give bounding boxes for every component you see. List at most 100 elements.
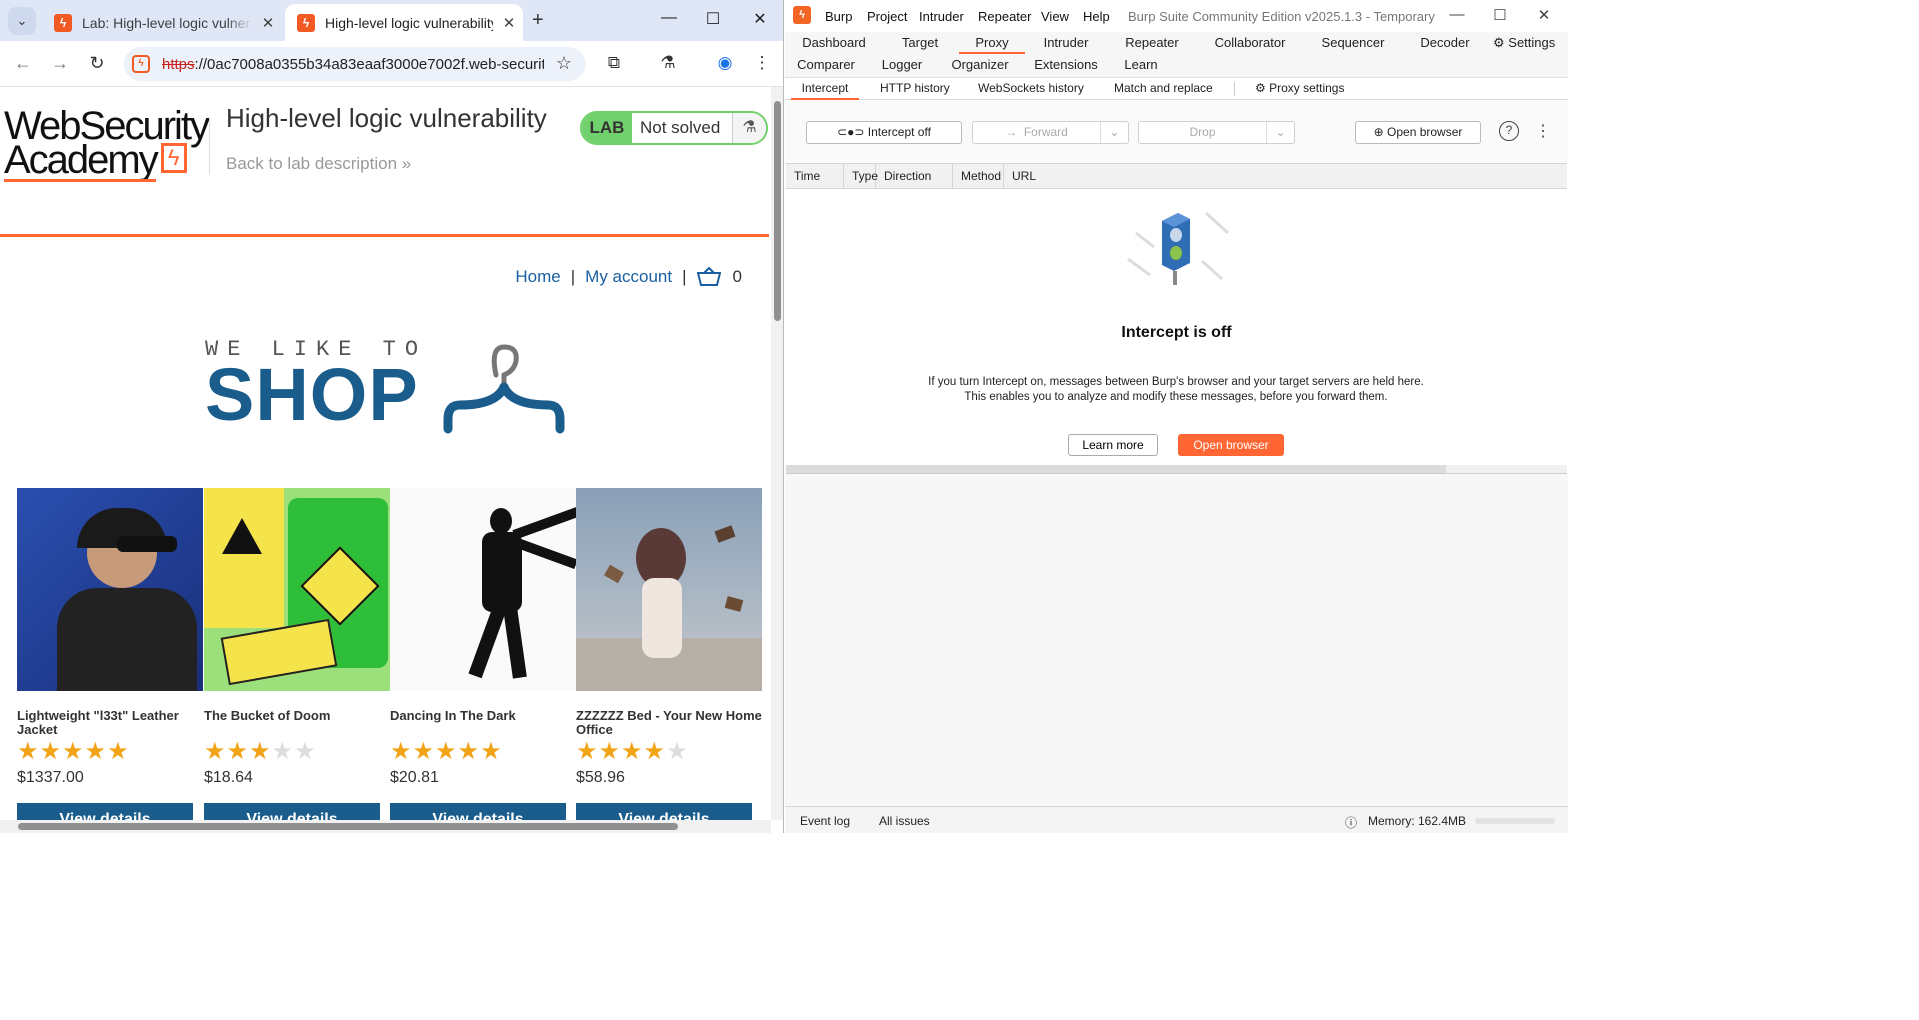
tab-collaborator[interactable]: Collaborator: [1209, 32, 1291, 54]
product-image[interactable]: [390, 488, 576, 691]
help-icon[interactable]: ?: [1499, 121, 1519, 141]
view-details-button[interactable]: View details: [390, 803, 566, 820]
tab-logger[interactable]: Logger: [879, 54, 925, 76]
all-issues-button[interactable]: All issues: [879, 814, 930, 828]
product-grid: Lightweight "l33t" Leather Jacket ★★★★★ …: [17, 488, 769, 820]
tab-search-icon[interactable]: ⌄: [8, 7, 36, 35]
scroll-thumb[interactable]: [18, 823, 678, 830]
intercept-table-header: Time Type Direction Method URL: [786, 163, 1567, 189]
maximize-icon[interactable]: ☐: [1485, 6, 1515, 24]
gear-icon: ⚙: [1493, 35, 1505, 50]
column-direction[interactable]: Direction: [876, 164, 953, 188]
tab-websockets-history[interactable]: WebSockets history: [978, 78, 1084, 100]
tab-decoder[interactable]: Decoder: [1413, 32, 1477, 54]
menu-intruder[interactable]: Intruder: [919, 9, 964, 24]
site-info-icon[interactable]: ϟ: [132, 55, 150, 73]
proxy-settings-button[interactable]: ⚙ Proxy settings: [1255, 78, 1344, 100]
scroll-thumb[interactable]: [786, 465, 1446, 473]
back-to-lab-description-link[interactable]: Back to lab description »: [226, 154, 411, 174]
open-browser-button[interactable]: ⊕ Open browser: [1355, 121, 1481, 144]
learn-more-button[interactable]: Learn more: [1068, 434, 1158, 456]
tab-learn[interactable]: Learn: [1121, 54, 1161, 76]
my-account-link[interactable]: My account: [585, 267, 672, 287]
event-log-button[interactable]: Event log: [800, 814, 850, 828]
profile-icon[interactable]: ◉: [713, 53, 737, 73]
minimize-icon[interactable]: —: [654, 9, 684, 27]
minimize-icon[interactable]: —: [1442, 6, 1472, 23]
view-details-button[interactable]: View details: [17, 803, 193, 820]
product-image[interactable]: [17, 488, 203, 691]
header-divider-orange: [0, 234, 769, 237]
column-type[interactable]: Type: [844, 164, 878, 188]
star-icon: ★: [412, 738, 436, 765]
menu-burp[interactable]: Burp: [825, 9, 852, 24]
tab-intruder[interactable]: Intruder: [1037, 32, 1095, 54]
star-icon: ★: [390, 738, 413, 765]
close-window-icon[interactable]: ✕: [1529, 6, 1559, 24]
intercept-toggle-button[interactable]: ⊂●⊃ Intercept off: [806, 121, 962, 144]
page-vertical-scrollbar[interactable]: [771, 87, 783, 820]
tab-target[interactable]: Target: [895, 32, 945, 54]
tab-http-history[interactable]: HTTP history: [880, 78, 950, 100]
table-horizontal-scrollbar[interactable]: [786, 465, 1567, 474]
menu-repeater[interactable]: Repeater: [978, 9, 1031, 24]
product-image[interactable]: [576, 488, 762, 691]
product-card: The Bucket of Doom ★★★★★ $18.64 View det…: [204, 488, 390, 820]
cart-icon[interactable]: [696, 266, 723, 287]
home-link[interactable]: Home: [515, 267, 560, 287]
product-price: $1337.00: [17, 769, 84, 786]
tab-sequencer[interactable]: Sequencer: [1317, 32, 1389, 54]
scroll-thumb[interactable]: [774, 101, 781, 321]
tab-match-and-replace[interactable]: Match and replace: [1114, 78, 1213, 100]
close-window-icon[interactable]: ✕: [745, 9, 775, 29]
header-divider: [209, 117, 210, 175]
product-image[interactable]: [204, 488, 390, 691]
tab-extensions[interactable]: Extensions: [1033, 54, 1099, 76]
view-details-button[interactable]: View details: [204, 803, 380, 820]
new-tab-button[interactable]: +: [532, 9, 544, 32]
bookmark-star-icon[interactable]: ☆: [556, 53, 572, 74]
forward-button[interactable]: → Forward ⌄: [972, 121, 1129, 144]
more-options-icon[interactable]: ⋮: [1535, 121, 1551, 141]
portswigger-favicon-icon: ϟ: [54, 13, 72, 32]
page-horizontal-scrollbar[interactable]: [0, 820, 771, 833]
tab-lab-description[interactable]: ϟ Lab: High-level logic vulnerability ✕: [42, 4, 280, 41]
close-tab-icon[interactable]: ✕: [499, 14, 519, 32]
intercept-status-title: Intercept is off: [1121, 324, 1232, 341]
forward-icon[interactable]: →: [48, 53, 72, 74]
tab-repeater[interactable]: Repeater: [1119, 32, 1185, 54]
tab-lab-shop[interactable]: ϟ High-level logic vulnerability ✕: [285, 4, 523, 41]
tab-comparer[interactable]: Comparer: [795, 54, 857, 76]
nav-separator: |: [682, 267, 687, 286]
open-browser-cta-button[interactable]: Open browser: [1178, 434, 1284, 456]
maximize-icon[interactable]: ☐: [698, 9, 728, 29]
browser-menu-icon[interactable]: ⋮: [750, 53, 774, 73]
column-url[interactable]: URL: [1004, 164, 1084, 188]
extensions-icon[interactable]: ⧉: [602, 53, 626, 73]
labs-flask-icon[interactable]: ⚗: [656, 53, 680, 73]
back-icon[interactable]: ←: [11, 53, 35, 74]
reload-icon[interactable]: ↻: [85, 53, 109, 74]
column-method[interactable]: Method: [953, 164, 1004, 188]
tab-intercept[interactable]: Intercept: [791, 78, 859, 100]
flask-icon: ⚗: [732, 113, 766, 143]
menu-help[interactable]: Help: [1083, 9, 1110, 24]
product-price: $18.64: [204, 769, 253, 786]
view-details-button[interactable]: View details: [576, 803, 752, 820]
tab-proxy[interactable]: Proxy: [959, 32, 1025, 54]
web-security-academy-logo[interactable]: WebSecurity Academy ϟ: [4, 106, 210, 180]
tab-organizer[interactable]: Organizer: [949, 54, 1011, 76]
tab-dashboard[interactable]: Dashboard: [795, 32, 873, 54]
column-time[interactable]: Time: [786, 164, 844, 188]
settings-button[interactable]: ⚙ Settings: [1493, 32, 1563, 54]
star-icon: ★: [107, 738, 130, 765]
drop-button[interactable]: Drop ⌄: [1138, 121, 1295, 144]
chevron-down-icon: ⌄: [1100, 122, 1128, 143]
chevron-down-icon: ⌄: [1266, 122, 1294, 143]
close-tab-icon[interactable]: ✕: [258, 14, 278, 32]
menu-project[interactable]: Project: [867, 9, 907, 24]
product-card: ZZZZZZ Bed - Your New Home Office ★★★★★ …: [576, 488, 762, 820]
menu-view[interactable]: View: [1041, 9, 1069, 24]
url-input[interactable]: ϟ https://0ac7008a0355b34a83eaaf3000e700…: [124, 47, 586, 81]
lab-title: High-level logic vulnerability: [226, 103, 547, 133]
